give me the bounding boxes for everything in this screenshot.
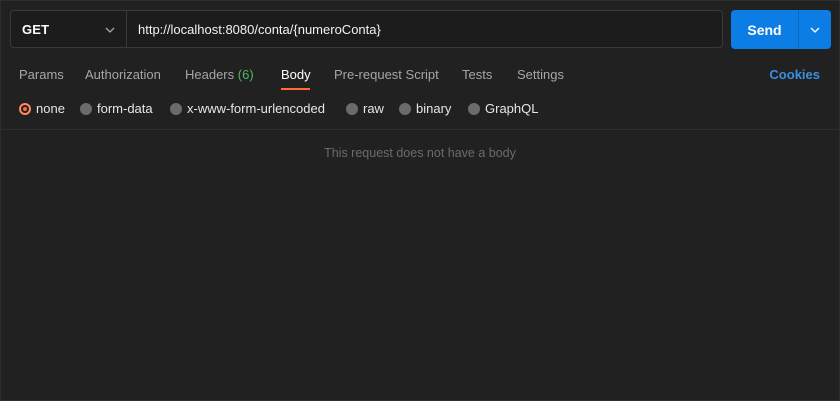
tab-settings[interactable]: Settings: [517, 67, 564, 82]
radio-label: none: [36, 101, 65, 116]
tab-body[interactable]: Body: [281, 67, 311, 82]
tab-label: Tests: [462, 67, 493, 82]
tab-tests[interactable]: Tests: [462, 67, 492, 82]
tab-label: Headers: [185, 67, 235, 82]
radio-label: binary: [416, 101, 452, 116]
radio-unchecked-icon: [399, 102, 411, 115]
url-input[interactable]: [138, 21, 708, 37]
send-button[interactable]: Send: [731, 10, 798, 49]
empty-body-message: This request does not have a body: [324, 146, 516, 160]
radio-none[interactable]: none: [19, 101, 65, 116]
cookies-link[interactable]: Cookies: [769, 67, 820, 82]
chevron-down-icon: [105, 27, 115, 33]
radio-form-data[interactable]: form-data: [80, 101, 153, 116]
radio-label: form-data: [97, 101, 153, 116]
radio-label: x-www-form-urlencoded: [187, 101, 325, 116]
tab-params[interactable]: Params: [19, 67, 64, 82]
tab-label: Authorization: [85, 67, 161, 82]
tab-headers[interactable]: Headers (6): [185, 67, 254, 82]
headers-count-badge: (6): [237, 67, 254, 82]
body-type-selector: none form-data x-www-form-urlencoded raw…: [1, 99, 839, 121]
method-label: GET: [22, 21, 50, 37]
tab-pre-request-script[interactable]: Pre-request Script: [334, 67, 439, 82]
radio-label: GraphQL: [485, 101, 539, 116]
radio-graphql[interactable]: GraphQL: [468, 101, 538, 116]
radio-unchecked-icon: [346, 102, 358, 115]
request-tabs: Params Authorization Headers (6) Body Pr…: [1, 61, 839, 91]
radio-unchecked-icon: [468, 102, 480, 115]
radio-checked-icon: [19, 102, 31, 115]
active-tab-indicator: [281, 88, 310, 90]
url-bar: [126, 10, 723, 48]
radio-x-www-form-urlencoded[interactable]: x-www-form-urlencoded: [170, 101, 325, 116]
section-divider: [1, 129, 839, 130]
tab-label: Params: [19, 67, 64, 82]
send-options-button[interactable]: [798, 10, 831, 49]
radio-unchecked-icon: [170, 102, 182, 115]
radio-raw[interactable]: raw: [346, 101, 384, 116]
radio-binary[interactable]: binary: [399, 101, 451, 116]
tab-authorization[interactable]: Authorization: [85, 67, 161, 82]
method-dropdown[interactable]: GET: [10, 10, 126, 48]
radio-unchecked-icon: [80, 102, 92, 115]
request-editor: GET Send Params Authorization Headers (6…: [0, 0, 840, 401]
tab-label: Pre-request Script: [334, 67, 439, 82]
tab-label: Body: [281, 67, 311, 82]
radio-label: raw: [363, 101, 384, 116]
tab-label: Settings: [517, 67, 564, 82]
chevron-down-icon: [810, 27, 820, 33]
